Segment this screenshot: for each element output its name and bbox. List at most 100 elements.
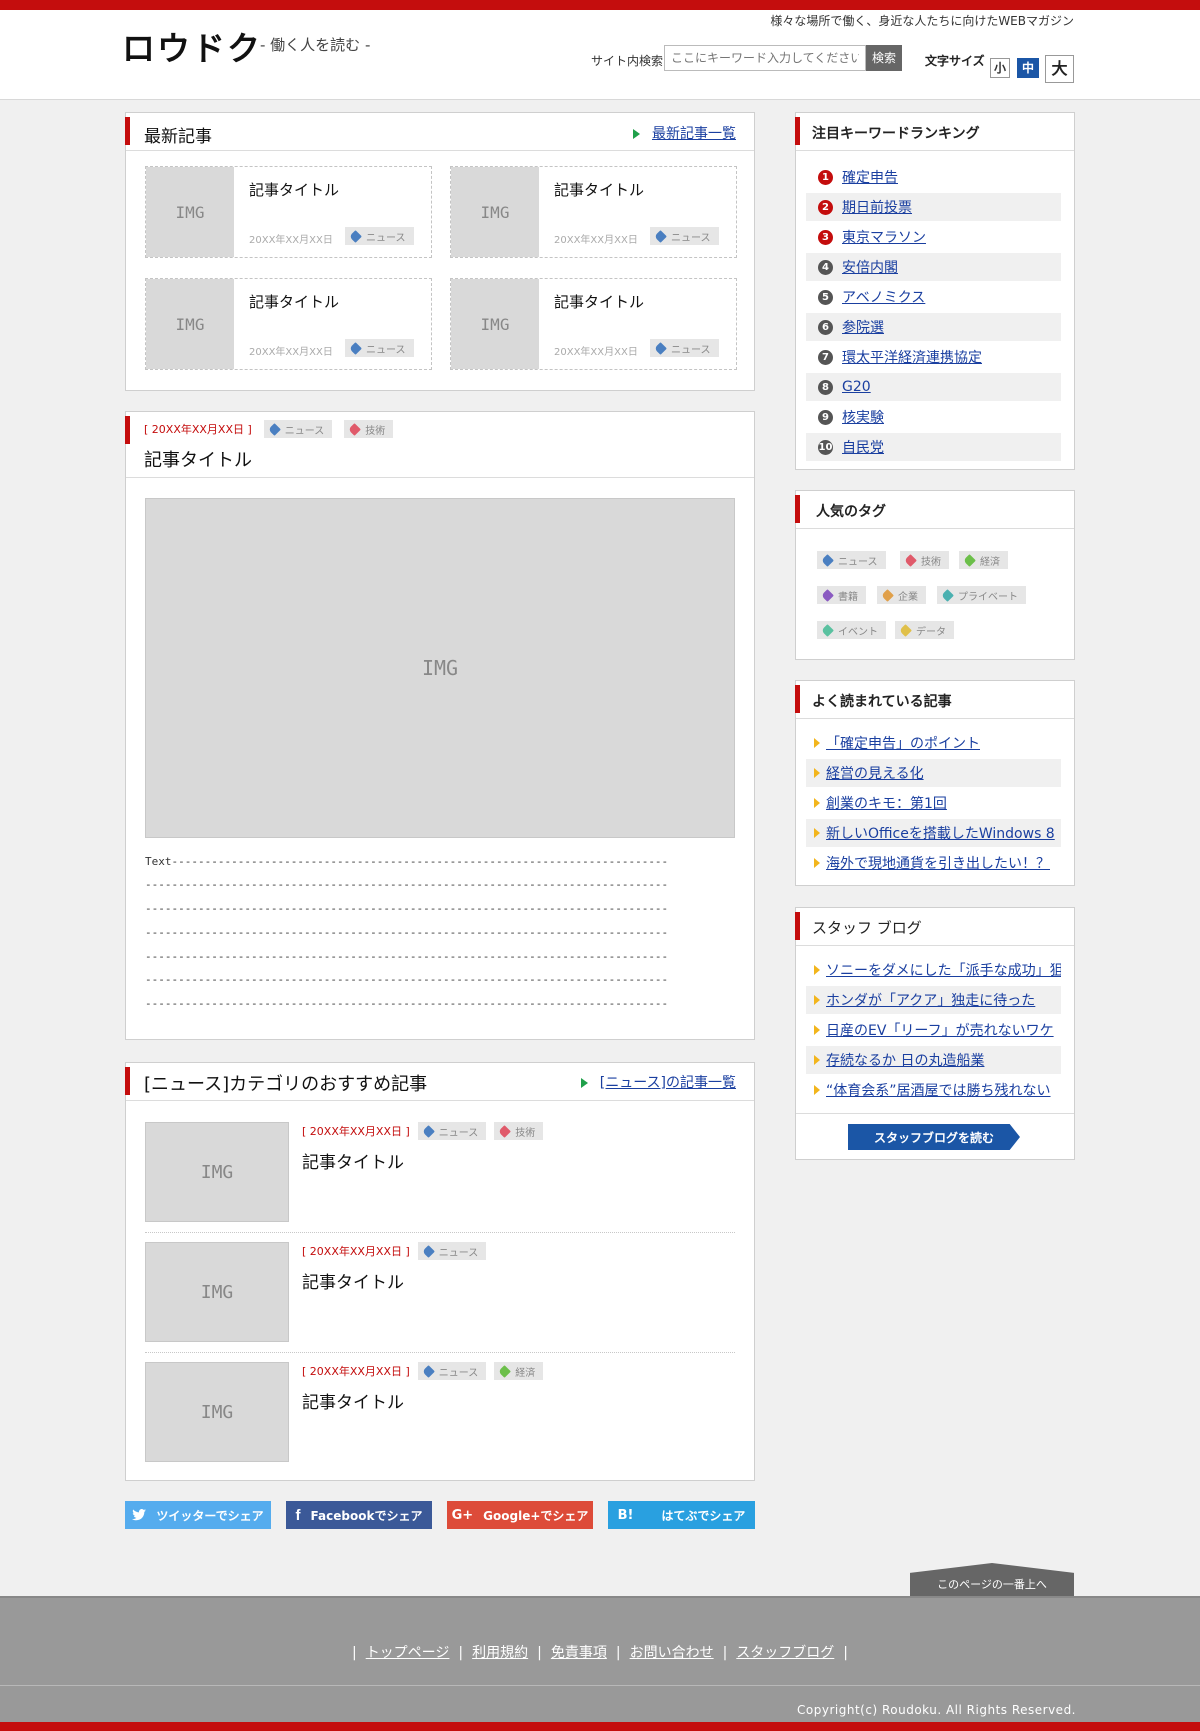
ranking-item[interactable]: 3 東京マラソン	[806, 223, 1061, 251]
article-title[interactable]: 記事タイトル	[554, 179, 644, 200]
article-thumbnail[interactable]: IMG	[451, 279, 539, 369]
font-size-large-button[interactable]: 大	[1045, 55, 1074, 83]
tag-economy[interactable]: 経済	[494, 1362, 544, 1380]
category-more-link-text[interactable]: [ニュース]の記事一覧	[600, 1075, 736, 1091]
tag-company[interactable]: 企業	[877, 586, 926, 604]
tag-news[interactable]: ニュース	[417, 1122, 487, 1140]
article-thumbnail[interactable]: IMG	[451, 167, 539, 257]
article-title[interactable]: 記事タイトル	[302, 1268, 404, 1293]
font-size-small-button[interactable]: 小	[990, 58, 1010, 78]
latest-article-card[interactable]: IMG 記事タイトル 20XX年XX月XX日 ニュース	[450, 166, 737, 258]
article-title[interactable]: 記事タイトル	[302, 1148, 404, 1173]
search-input[interactable]	[664, 45, 866, 71]
ranking-item[interactable]: 7 環太平洋経済連携協定	[806, 343, 1061, 371]
ranking-keyword-link[interactable]: 安倍内閣	[842, 257, 898, 277]
popular-article-item[interactable]: 経営の見える化	[806, 759, 1061, 787]
category-more-link[interactable]: [ニュース]の記事一覧	[580, 1072, 736, 1092]
tag-news[interactable]: ニュース	[417, 1242, 487, 1260]
staff-blog-item[interactable]: 存続なるか 日の丸造船業	[806, 1046, 1061, 1074]
tag-news[interactable]: ニュース	[263, 420, 333, 438]
latest-articles-more-link[interactable]: 最新記事一覧	[633, 123, 736, 143]
ranking-keyword-link[interactable]: 期日前投票	[842, 197, 912, 217]
article-thumbnail[interactable]: IMG	[146, 279, 234, 369]
footer-link-contact[interactable]: お問い合わせ	[630, 1645, 714, 1661]
tag-news[interactable]: ニュース	[650, 227, 719, 245]
popular-article-item[interactable]: 新しいOfficeを搭載したWindows 8	[806, 819, 1061, 847]
twitter-share-button[interactable]: ツイッターでシェア	[125, 1501, 271, 1529]
latest-articles-more-link-text[interactable]: 最新記事一覧	[652, 126, 736, 142]
article-title[interactable]: 記事タイトル	[249, 291, 339, 312]
ranking-item[interactable]: 5 アベノミクス	[806, 283, 1061, 311]
article-title[interactable]: 記事タイトル	[554, 291, 644, 312]
staff-blog-item[interactable]: ソニーをダメにした「派手な成功」狙い	[806, 956, 1061, 984]
popular-article-link[interactable]: 経営の見える化	[826, 763, 924, 783]
ranking-item[interactable]: 6 参院選	[806, 313, 1061, 341]
ranking-item[interactable]: 10 自民党	[806, 433, 1061, 461]
staff-blog-item[interactable]: “体育会系”居酒屋では勝ち残れない	[806, 1076, 1061, 1104]
ranking-keyword-link[interactable]: 確定申告	[842, 167, 898, 187]
ranking-keyword-link[interactable]: 環太平洋経済連携協定	[842, 347, 982, 367]
tag-event[interactable]: イベント	[817, 621, 886, 639]
article-thumbnail[interactable]: IMG	[145, 1362, 289, 1462]
back-to-top-button[interactable]: このページの一番上へ	[910, 1563, 1074, 1596]
tag-books[interactable]: 書籍	[817, 586, 866, 604]
footer-link-terms[interactable]: 利用規約	[472, 1645, 528, 1661]
ranking-keyword-link[interactable]: アベノミクス	[842, 287, 925, 307]
article-thumbnail[interactable]: IMG	[146, 167, 234, 257]
tag-data[interactable]: データ	[895, 621, 954, 639]
ranking-item[interactable]: 8 G20	[806, 373, 1061, 401]
recommended-article-row[interactable]: IMG [ 20XX年XX月XX日 ] ニュース 記事タイトル	[145, 1242, 735, 1362]
article-thumbnail[interactable]: IMG	[145, 1122, 289, 1222]
facebook-share-button[interactable]: f Facebookでシェア	[286, 1501, 432, 1529]
ranking-item[interactable]: 9 核実験	[806, 403, 1061, 431]
popular-article-link[interactable]: 創業のキモ：第1回	[826, 793, 947, 813]
staff-blog-link[interactable]: “体育会系”居酒屋では勝ち残れない	[826, 1080, 1051, 1100]
article-title[interactable]: 記事タイトル	[302, 1388, 404, 1413]
popular-article-item[interactable]: 「確定申告」のポイント	[806, 729, 1061, 757]
ranking-item[interactable]: 2 期日前投票	[806, 193, 1061, 221]
ranking-keyword-link[interactable]: G20	[842, 379, 871, 395]
site-logo[interactable]: ロウドク	[122, 22, 262, 70]
ranking-keyword-link[interactable]: 自民党	[842, 437, 884, 457]
recommended-article-row[interactable]: IMG [ 20XX年XX月XX日 ] ニュース 経済 記事タイトル	[145, 1362, 735, 1482]
google-plus-share-button[interactable]: G+ Google+でシェア	[447, 1501, 593, 1529]
recommended-article-row[interactable]: IMG [ 20XX年XX月XX日 ] ニュース 技術 記事タイトル	[145, 1122, 735, 1242]
ranking-keyword-link[interactable]: 核実験	[842, 407, 884, 427]
footer-link-staff-blog[interactable]: スタッフブログ	[736, 1645, 834, 1661]
footer-link-disclaimer[interactable]: 免責事項	[551, 1645, 607, 1661]
latest-article-card[interactable]: IMG 記事タイトル 20XX年XX月XX日 ニュース	[145, 278, 432, 370]
staff-blog-link[interactable]: 存続なるか 日の丸造船業	[826, 1050, 984, 1070]
ranking-keyword-link[interactable]: 参院選	[842, 317, 884, 337]
article-thumbnail[interactable]: IMG	[145, 1242, 289, 1342]
popular-article-link[interactable]: 新しいOfficeを搭載したWindows 8	[826, 823, 1055, 843]
staff-blog-link[interactable]: 日産のEV「リーフ」が売れないワケ	[826, 1020, 1054, 1040]
tag-tech[interactable]: 技術	[494, 1122, 544, 1140]
popular-article-link[interactable]: 海外で現地通貨を引き出したい！？	[826, 853, 1050, 873]
ranking-keyword-link[interactable]: 東京マラソン	[842, 227, 926, 247]
popular-article-item[interactable]: 創業のキモ：第1回	[806, 789, 1061, 817]
staff-blog-link[interactable]: ソニーをダメにした「派手な成功」狙い	[826, 960, 1061, 980]
latest-article-card[interactable]: IMG 記事タイトル 20XX年XX月XX日 ニュース	[450, 278, 737, 370]
popular-article-link[interactable]: 「確定申告」のポイント	[826, 733, 980, 753]
latest-article-card[interactable]: IMG 記事タイトル 20XX年XX月XX日 ニュース	[145, 166, 432, 258]
staff-blog-item[interactable]: 日産のEV「リーフ」が売れないワケ	[806, 1016, 1061, 1044]
popular-article-item[interactable]: 海外で現地通貨を引き出したい！？	[806, 849, 1061, 877]
ranking-item[interactable]: 1 確定申告	[806, 163, 1061, 191]
staff-blog-item[interactable]: ホンダが「アクア」独走に待った	[806, 986, 1061, 1014]
tag-tech[interactable]: 技術	[900, 551, 949, 569]
search-button[interactable]: 検索	[866, 45, 902, 71]
staff-blog-link[interactable]: ホンダが「アクア」独走に待った	[826, 990, 1035, 1010]
tag-economy[interactable]: 経済	[959, 551, 1008, 569]
tag-news[interactable]: ニュース	[417, 1362, 487, 1380]
tag-tech[interactable]: 技術	[344, 420, 394, 438]
ranking-item[interactable]: 4 安倍内閣	[806, 253, 1061, 281]
font-size-medium-button[interactable]: 中	[1017, 58, 1039, 78]
read-staff-blog-button[interactable]: スタッフブログを読む	[848, 1124, 1020, 1150]
tag-news[interactable]: ニュース	[345, 339, 414, 357]
hatena-share-button[interactable]: B! はてぶでシェア	[608, 1501, 755, 1529]
tag-news[interactable]: ニュース	[817, 551, 886, 569]
footer-link-top[interactable]: トップページ	[366, 1645, 450, 1661]
tag-news[interactable]: ニュース	[345, 227, 414, 245]
article-title[interactable]: 記事タイトル	[249, 179, 339, 200]
tag-news[interactable]: ニュース	[650, 339, 719, 357]
